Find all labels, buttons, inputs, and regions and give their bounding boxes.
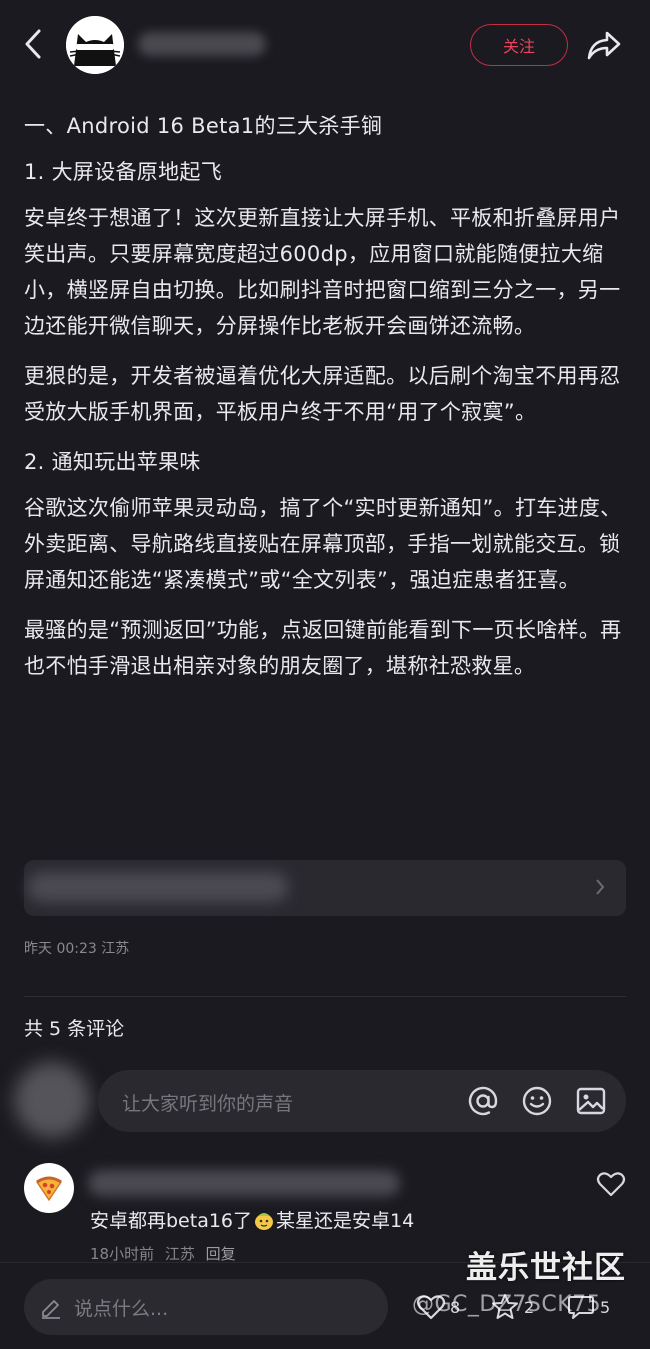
article-paragraph: 谷歌这次偷师苹果灵动岛，搞了个“实时更新通知”。打车进度、外卖距离、导航路线直接… [24,496,622,592]
topic-link-card[interactable] [24,860,626,916]
comment-text-part: 安卓都再beta16了 [90,1210,253,1232]
comment-input-placeholder: 让大家听到你的声音 [122,1093,294,1115]
pen-icon [42,1300,60,1319]
heart-icon [596,1172,626,1197]
comment-meta: 18小时前 江苏 回复 [90,1243,242,1264]
comment-text-part: 某星还是安卓14 [276,1210,415,1232]
post-location: 江苏 [101,941,130,957]
smug-face-emoji-icon [255,1212,274,1230]
brand-watermark: 盖乐世社区 [466,1250,626,1286]
at-icon [468,1086,498,1116]
image-icon [576,1087,606,1115]
commenter-name-blurred[interactable] [88,1170,400,1196]
chevron-right-icon [596,879,605,895]
share-button[interactable] [584,26,624,64]
comment-reply-button[interactable]: 回复 [206,1245,236,1263]
comment-input[interactable]: 让大家听到你的声音 [98,1070,626,1132]
post-time: 昨天 00:23 [24,941,97,957]
comment-count-label: 共 5 条评论 [24,1018,125,1040]
say-something-placeholder: 说点什么... [74,1298,169,1320]
emoji-button[interactable] [520,1084,554,1118]
comment-like-button[interactable] [594,1168,628,1200]
pizza-icon [36,1176,62,1201]
watermark-handle: @GC_DZ7SCK75 [412,1292,602,1317]
article-subheading: 1. 大屏设备原地起飞 [24,160,223,184]
follow-button[interactable]: 关注 [470,24,568,66]
topic-link-blurred [28,872,288,902]
say-something-input[interactable]: 说点什么... [24,1279,388,1335]
comment-time: 18小时前 [90,1245,155,1263]
comment-count: 5 [600,1297,611,1317]
cat-logo-icon [66,16,124,74]
share-arrow-icon [587,31,621,60]
commenter-avatar[interactable] [24,1163,74,1213]
my-avatar-blurred [14,1062,90,1138]
article-paragraph: 更狠的是，开发者被逼着优化大屏适配。以后刷个淘宝不用再忍受放大版手机界面，平板用… [24,364,621,424]
comment-location: 江苏 [164,1245,195,1263]
top-bar: 关注 [0,0,650,90]
article-body: 一、Android 16 Beta1的三大杀手锏 1. 大屏设备原地起飞 安卓终… [24,108,632,698]
article-section-title: 一、Android 16 Beta1的三大杀手锏 [24,114,383,138]
author-avatar[interactable] [66,16,124,74]
mention-button[interactable] [466,1084,500,1118]
back-arrow-icon [25,29,41,59]
divider [24,996,626,997]
post-meta: 昨天 00:23 江苏 [24,938,129,958]
back-button[interactable] [18,24,48,64]
article-paragraph: 最骚的是“预测返回”功能，点返回键前能看到下一页长啥样。再也不怕手滑退出相亲对象… [24,618,622,678]
emoji-icon [522,1086,552,1116]
comment-text: 安卓都再beta16了 某星还是安卓14 [90,1206,414,1233]
article-subheading: 2. 通知玩出苹果味 [24,450,201,474]
author-name-blurred[interactable] [138,32,266,56]
image-button[interactable] [574,1084,608,1118]
article-paragraph: 安卓终于想通了！这次更新直接让大屏手机、平板和折叠屏用户笑出声。只要屏幕宽度超过… [24,206,621,338]
